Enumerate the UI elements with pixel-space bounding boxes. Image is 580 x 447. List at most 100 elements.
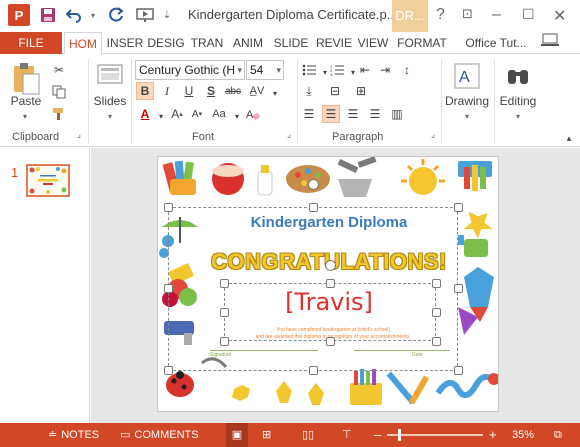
customize-toolbar-icon[interactable]: ⇣ [160,4,174,26]
text-direction-icon[interactable]: ⤓ [300,82,318,100]
notes-button[interactable]: ≐ NOTES [48,423,99,447]
smartart-icon[interactable]: ⊞ [352,82,370,100]
clipboard-launcher-icon[interactable]: ⌟ [74,129,84,139]
align-right-icon[interactable]: ☰ [344,105,362,123]
zoom-slider[interactable] [387,434,483,436]
zoom-in-icon[interactable]: + [489,423,497,447]
resize-handle[interactable] [454,284,463,293]
tab-review[interactable]: REVIE [314,32,354,54]
start-from-beginning-icon[interactable] [134,4,156,26]
collapse-ribbon-icon[interactable]: ▴ [560,129,578,147]
italic-button[interactable]: I [158,82,176,100]
resize-handle[interactable] [220,337,229,346]
resize-handle[interactable] [309,366,318,375]
strikethrough-button[interactable]: abc [224,82,242,100]
resize-handle[interactable] [326,279,335,288]
help-icon[interactable]: ? [436,6,445,24]
rotate-handle-icon[interactable] [325,260,336,271]
align-text-icon[interactable]: ⊟ [326,82,344,100]
normal-view-icon[interactable]: ▣ [226,423,248,447]
chevron-down-icon[interactable]: ▾ [266,84,284,102]
account-avatar-icon[interactable] [536,32,566,54]
resize-handle[interactable] [326,337,335,346]
slide-canvas[interactable]: Kindergarten Diploma CONGRATULATIONS! [T… [157,156,499,412]
tab-transitions[interactable]: TRAN [188,32,226,54]
ribbon-display-icon[interactable]: ⊡ [462,6,473,22]
slides-dropdown-icon[interactable]: ▾ [104,111,116,121]
font-name-combo[interactable]: Century Gothic (H ▾ [135,60,245,80]
editing-button[interactable]: Editing [496,93,540,109]
minimize-icon[interactable]: – [492,6,501,24]
resize-handle[interactable] [309,203,318,212]
tab-animations[interactable]: ANIM [228,32,268,54]
tab-insert[interactable]: INSER [105,32,145,54]
undo-dropdown-icon[interactable]: ▾ [88,4,98,26]
fit-slide-icon[interactable]: ⧉ [554,423,562,447]
resize-handle[interactable] [164,203,173,212]
resize-handle[interactable] [432,308,441,317]
resize-handle[interactable] [220,308,229,317]
chevron-down-icon: ▾ [276,65,281,75]
zoom-out-icon[interactable]: – [374,423,381,447]
comments-button[interactable]: ▭ COMMENTS [120,423,199,447]
justify-icon[interactable]: ☰ [366,105,384,123]
close-icon[interactable]: ✕ [553,6,566,26]
drawing-dropdown-icon[interactable]: ▾ [461,111,473,121]
tab-design[interactable]: DESIG [146,32,186,54]
tab-slideshow[interactable]: SLIDE [271,32,311,54]
bold-button[interactable]: B [136,82,154,100]
drawing-button[interactable]: Drawing [444,93,490,109]
paragraph-launcher-icon[interactable]: ⌟ [428,129,438,139]
tab-file[interactable]: FILE [0,32,62,54]
shadow-button[interactable]: S [202,82,220,100]
slideshow-icon[interactable]: ⊤ [342,423,352,447]
resize-handle[interactable] [164,366,173,375]
resize-handle[interactable] [220,279,229,288]
slide-sorter-icon[interactable]: ⊞ [262,423,271,447]
slides-button[interactable]: Slides [92,93,128,109]
paste-button[interactable]: Paste [6,93,46,109]
tab-format[interactable]: FORMAT [394,32,450,54]
rotate-handle-icon[interactable] [308,179,319,190]
name-textbox-selection[interactable] [224,283,436,341]
slide-thumbnail[interactable] [26,164,70,197]
increase-indent-icon[interactable]: ⇥ [376,61,394,79]
columns-icon[interactable]: ▥ [388,105,406,123]
new-slide-icon[interactable] [92,59,128,93]
font-launcher-icon[interactable]: ⌟ [284,129,294,139]
editing-dropdown-icon[interactable]: ▾ [512,111,524,121]
decrease-font-icon[interactable]: A ▾ [188,105,206,123]
clear-formatting-icon[interactable]: A [244,105,262,123]
resize-handle[interactable] [432,337,441,346]
zoom-slider-thumb[interactable] [398,429,401,441]
change-case-icon[interactable]: Aa [210,105,228,123]
tab-home[interactable]: HOM [64,32,102,55]
redo-icon[interactable] [106,4,126,26]
save-icon[interactable] [38,4,58,26]
resize-handle[interactable] [432,279,441,288]
underline-button[interactable]: U [180,82,198,100]
character-spacing-button[interactable]: A̲V [248,82,266,100]
resize-handle[interactable] [454,203,463,212]
font-size-combo[interactable]: 54 ▾ [246,60,284,80]
align-center-icon[interactable]: ☰ [322,105,340,123]
decrease-indent-icon[interactable]: ⇤ [356,61,374,79]
powerpoint-app-icon[interactable]: P [8,4,30,26]
drawing-icon[interactable]: A [448,59,486,93]
increase-font-icon[interactable]: A ▴ [168,105,186,123]
reading-view-icon[interactable]: ▯▯ [302,423,314,447]
cut-icon[interactable]: ✂ [50,61,68,79]
resize-handle[interactable] [164,284,173,293]
binoculars-icon[interactable] [500,59,536,93]
maximize-icon[interactable]: ☐ [522,6,535,23]
zoom-level[interactable]: 35% [512,423,534,447]
undo-icon[interactable] [64,4,84,26]
tab-view[interactable]: VIEW [356,32,390,54]
account-name[interactable]: Office Tut... [462,32,530,54]
format-painter-icon[interactable] [50,105,68,123]
line-spacing-icon[interactable]: ↕ [398,61,416,79]
paste-dropdown-icon[interactable]: ▾ [18,111,32,121]
align-left-icon[interactable]: ☰ [300,105,318,123]
copy-icon[interactable] [50,83,68,101]
resize-handle[interactable] [454,366,463,375]
